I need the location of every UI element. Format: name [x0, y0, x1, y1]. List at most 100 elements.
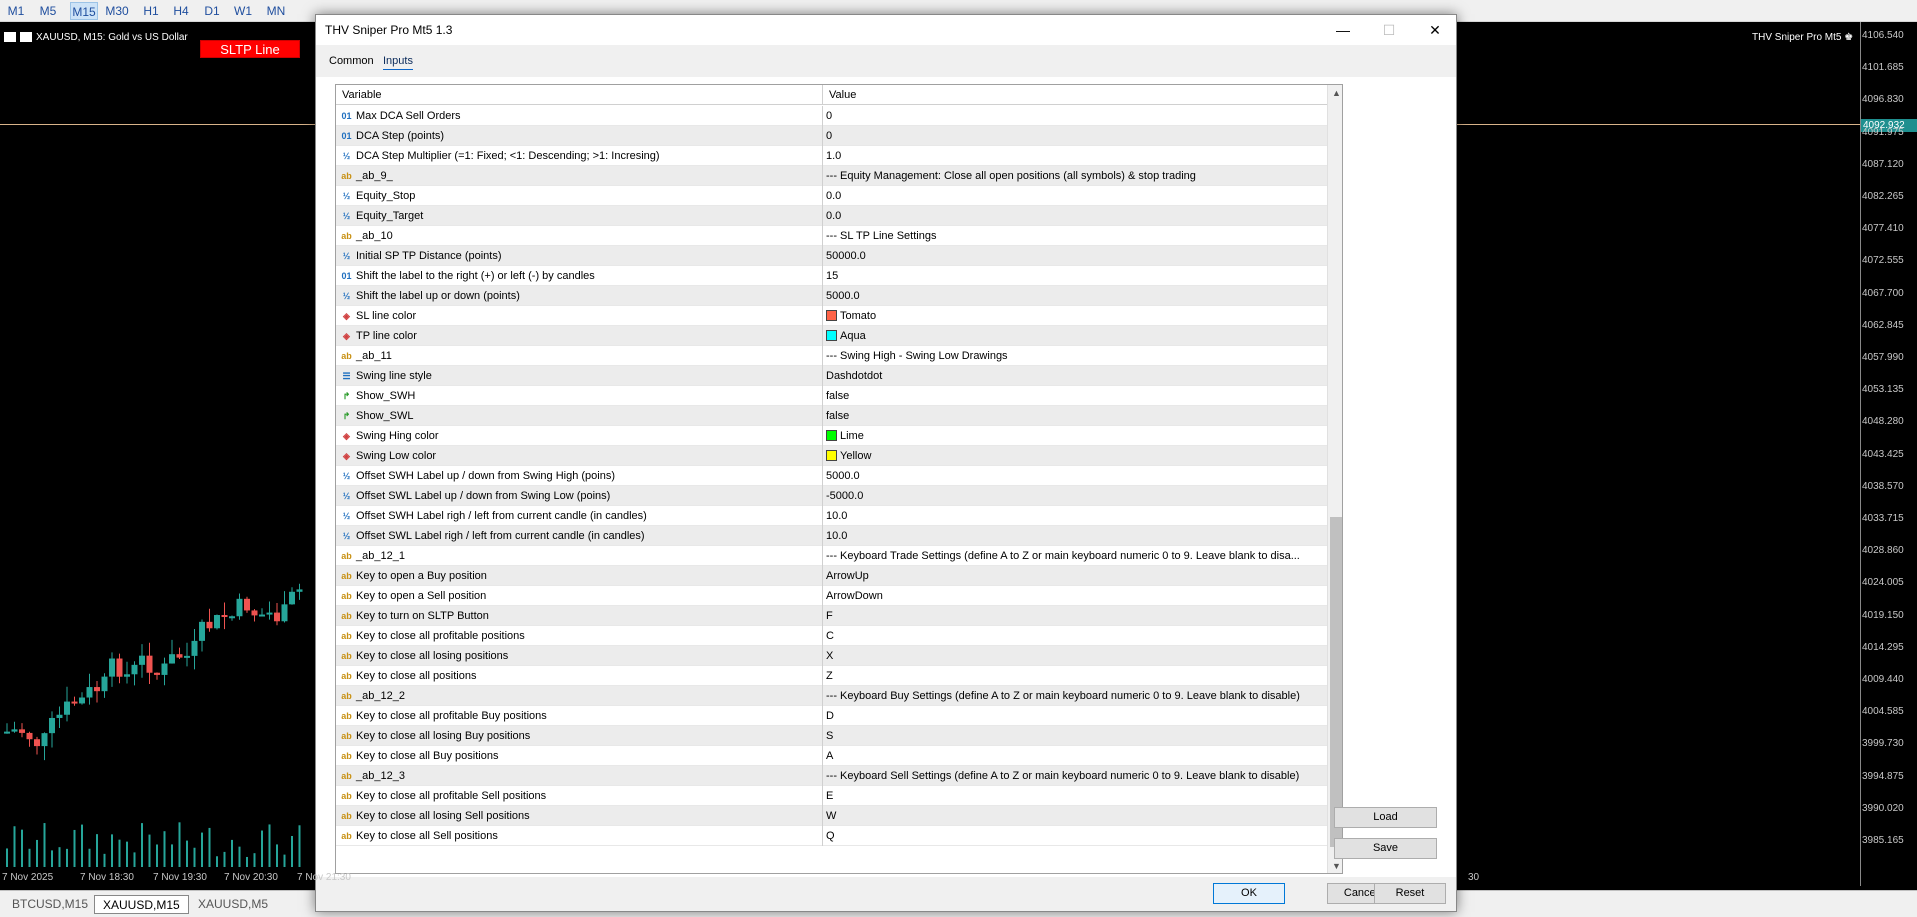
timeframe-h4-button[interactable]: H4: [170, 2, 192, 20]
minimize-button[interactable]: —: [1320, 15, 1366, 45]
value-cell[interactable]: 50000.0: [823, 246, 1327, 266]
table-row[interactable]: ½ DCA Step Multiplier (=1: Fixed; <1: Des…: [336, 146, 1327, 166]
value-cell[interactable]: Yellow: [823, 446, 1327, 466]
value-cell[interactable]: Z: [823, 666, 1327, 686]
table-row[interactable]: ½ Equity_Target 0.0: [336, 206, 1327, 226]
table-row[interactable]: ab _ab_11 --- Swing High - Swing Low Drawi…: [336, 346, 1327, 366]
close-button[interactable]: ✕: [1412, 15, 1458, 45]
value-cell[interactable]: Dashdotdot: [823, 366, 1327, 386]
value-cell[interactable]: --- Keyboard Trade Settings (define A to…: [823, 546, 1327, 566]
value-cell[interactable]: false: [823, 386, 1327, 406]
table-row[interactable]: ab Key to open a Sell position ArrowDown: [336, 586, 1327, 606]
value-cell[interactable]: false: [823, 406, 1327, 426]
symbol-tab[interactable]: BTCUSD,M15: [4, 895, 96, 914]
table-row[interactable]: ab Key to close all losing Buy positions S: [336, 726, 1327, 746]
value-cell[interactable]: 1.0: [823, 146, 1327, 166]
table-row[interactable]: ½ Offset SWH Label righ / left from curre…: [336, 506, 1327, 526]
table-row[interactable]: ◈ SL line color Tomato: [336, 306, 1327, 326]
table-row[interactable]: ab Key to close all profitable positions C: [336, 626, 1327, 646]
value-cell[interactable]: D: [823, 706, 1327, 726]
table-row[interactable]: ◈ Swing Hing color Lime: [336, 426, 1327, 446]
value-cell[interactable]: -5000.0: [823, 486, 1327, 506]
load-button[interactable]: Load: [1334, 807, 1437, 828]
value-cell[interactable]: 15: [823, 266, 1327, 286]
value-cell[interactable]: X: [823, 646, 1327, 666]
value-cell[interactable]: --- Swing High - Swing Low Drawings: [823, 346, 1327, 366]
timeframe-d1-button[interactable]: D1: [201, 2, 223, 20]
value-cell[interactable]: 5000.0: [823, 466, 1327, 486]
reset-button[interactable]: Reset: [1374, 883, 1446, 904]
tab-inputs[interactable]: Inputs: [383, 53, 413, 70]
sltp-line-button[interactable]: SLTP Line: [200, 40, 300, 58]
vertical-scrollbar[interactable]: ▲ ▼: [1327, 85, 1342, 873]
table-row[interactable]: ½ Initial SP TP Distance (points) 50000.0: [336, 246, 1327, 266]
chart-menu-icon[interactable]: [4, 32, 16, 43]
value-cell[interactable]: ArrowDown: [823, 586, 1327, 606]
value-cell[interactable]: 10.0: [823, 506, 1327, 526]
table-row[interactable]: ab Key to open a Buy position ArrowUp: [336, 566, 1327, 586]
symbol-tab[interactable]: XAUUSD,M5: [190, 895, 276, 914]
table-row[interactable]: ab _ab_9_ --- Equity Management: Close all…: [336, 166, 1327, 186]
table-row[interactable]: ab Key to close all losing positions X: [336, 646, 1327, 666]
scroll-up-icon[interactable]: ▲: [1328, 85, 1342, 102]
table-row[interactable]: ab Key to close all positions Z: [336, 666, 1327, 686]
value-cell[interactable]: --- Equity Management: Close all open po…: [823, 166, 1327, 186]
table-row[interactable]: ½ Offset SWL Label righ / left from curre…: [336, 526, 1327, 546]
scroll-down-icon[interactable]: ▼: [1328, 858, 1342, 873]
table-row[interactable]: 01 DCA Step (points) 0: [336, 126, 1327, 146]
value-cell[interactable]: Q: [823, 826, 1327, 846]
save-button[interactable]: Save: [1334, 838, 1437, 859]
value-cell[interactable]: C: [823, 626, 1327, 646]
value-cell[interactable]: --- Keyboard Sell Settings (define A to …: [823, 766, 1327, 786]
value-cell[interactable]: W: [823, 806, 1327, 826]
table-row[interactable]: ½ Offset SWL Label up / down from Swing L…: [336, 486, 1327, 506]
value-cell[interactable]: Tomato: [823, 306, 1327, 326]
value-cell[interactable]: Lime: [823, 426, 1327, 446]
timeframe-m5-button[interactable]: M5: [37, 2, 59, 20]
scroll-thumb[interactable]: [1330, 517, 1342, 847]
symbol-tab[interactable]: XAUUSD,M15: [94, 895, 189, 914]
value-cell[interactable]: A: [823, 746, 1327, 766]
table-row[interactable]: ↱ Show_SWH false: [336, 386, 1327, 406]
value-cell[interactable]: 0: [823, 106, 1327, 126]
table-row[interactable]: ◈ TP line color Aqua: [336, 326, 1327, 346]
table-row[interactable]: ☰ Swing line style Dashdotdot: [336, 366, 1327, 386]
table-row[interactable]: ab _ab_12_1 --- Keyboard Trade Settings (d…: [336, 546, 1327, 566]
value-cell[interactable]: 5000.0: [823, 286, 1327, 306]
table-row[interactable]: ab Key to close all profitable Sell posit…: [336, 786, 1327, 806]
column-header-variable[interactable]: Variable: [336, 85, 823, 105]
timeframe-h1-button[interactable]: H1: [140, 2, 162, 20]
value-cell[interactable]: Aqua: [823, 326, 1327, 346]
tab-common[interactable]: Common: [329, 53, 374, 69]
ok-button[interactable]: OK: [1213, 883, 1285, 904]
table-row[interactable]: ab Key to close all profitable Buy positi…: [336, 706, 1327, 726]
table-row[interactable]: ab _ab_10 --- SL TP Line Settings: [336, 226, 1327, 246]
table-row[interactable]: ab _ab_12_3 --- Keyboard Sell Settings (de…: [336, 766, 1327, 786]
timeframe-m30-button[interactable]: M30: [103, 2, 131, 20]
timeframe-m1-button[interactable]: M1: [5, 2, 27, 20]
table-row[interactable]: ab Key to close all Sell positions Q: [336, 826, 1327, 846]
table-row[interactable]: ½ Shift the label up or down (points) 5000…: [336, 286, 1327, 306]
table-row[interactable]: ½ Equity_Stop 0.0: [336, 186, 1327, 206]
table-row[interactable]: ◈ Swing Low color Yellow: [336, 446, 1327, 466]
table-row[interactable]: 01 Max DCA Sell Orders 0: [336, 106, 1327, 126]
timeframe-mn-button[interactable]: MN: [265, 2, 287, 20]
value-cell[interactable]: --- Keyboard Buy Settings (define A to Z…: [823, 686, 1327, 706]
value-cell[interactable]: 0: [823, 126, 1327, 146]
value-cell[interactable]: --- SL TP Line Settings: [823, 226, 1327, 246]
value-cell[interactable]: ArrowUp: [823, 566, 1327, 586]
value-cell[interactable]: 0.0: [823, 186, 1327, 206]
value-cell[interactable]: S: [823, 726, 1327, 746]
value-cell[interactable]: 0.0: [823, 206, 1327, 226]
value-cell[interactable]: 10.0: [823, 526, 1327, 546]
column-header-value[interactable]: Value: [823, 85, 1327, 105]
timeframe-w1-button[interactable]: W1: [232, 2, 254, 20]
value-cell[interactable]: E: [823, 786, 1327, 806]
table-row[interactable]: 01 Shift the label to the right (+) or le…: [336, 266, 1327, 286]
table-row[interactable]: ↱ Show_SWL false: [336, 406, 1327, 426]
table-row[interactable]: ½ Offset SWH Label up / down from Swing H…: [336, 466, 1327, 486]
value-cell[interactable]: F: [823, 606, 1327, 626]
table-row[interactable]: ab _ab_12_2 --- Keyboard Buy Settings (def…: [336, 686, 1327, 706]
timeframe-m15-button[interactable]: M15: [70, 2, 98, 20]
table-row[interactable]: ab Key to close all losing Sell positions…: [336, 806, 1327, 826]
